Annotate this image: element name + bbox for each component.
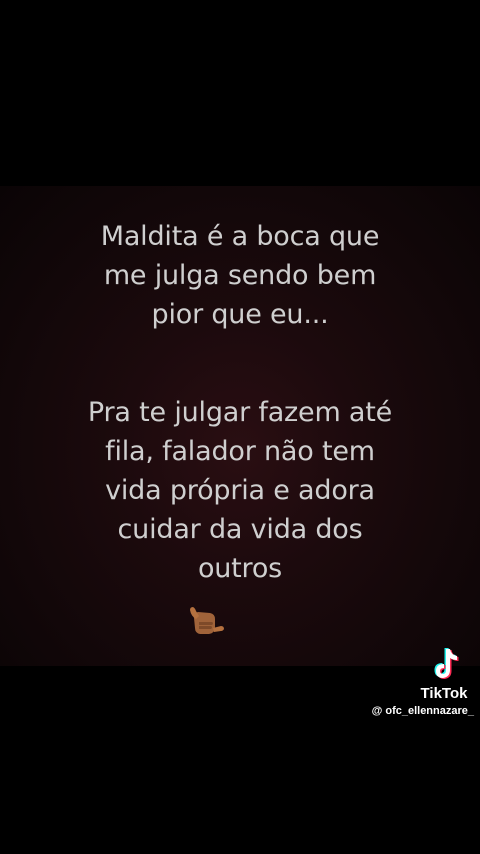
quote-paragraph-1: Maldita é a boca que me julga sendo bem …: [0, 217, 480, 334]
video-screen: Maldita é a boca que me julga sendo bem …: [0, 0, 480, 854]
quote-line: outros: [197, 553, 283, 584]
quote-line: me julga sendo bem: [103, 260, 377, 291]
quote-paragraph-2: Pra te julgar fazem até fila, falador nã…: [0, 393, 480, 588]
quote-line: cuidar da vida dos: [117, 514, 363, 545]
quote-line: pior que eu...: [151, 299, 329, 330]
quote-line: Maldita é a boca que: [100, 221, 380, 252]
quote-line: Pra te julgar fazem até: [87, 397, 393, 428]
tiktok-wordmark: TikTok: [420, 685, 468, 702]
creator-handle: @ ofc_ellennazare_: [371, 705, 474, 717]
tiktok-note-icon: [434, 648, 459, 679]
quote-line: fila, falador não tem: [105, 436, 375, 467]
quote-line: vida própria e adora: [105, 475, 375, 506]
tiktok-watermark: TikTok: [414, 645, 474, 703]
call-me-hand-icon: [190, 607, 224, 634]
